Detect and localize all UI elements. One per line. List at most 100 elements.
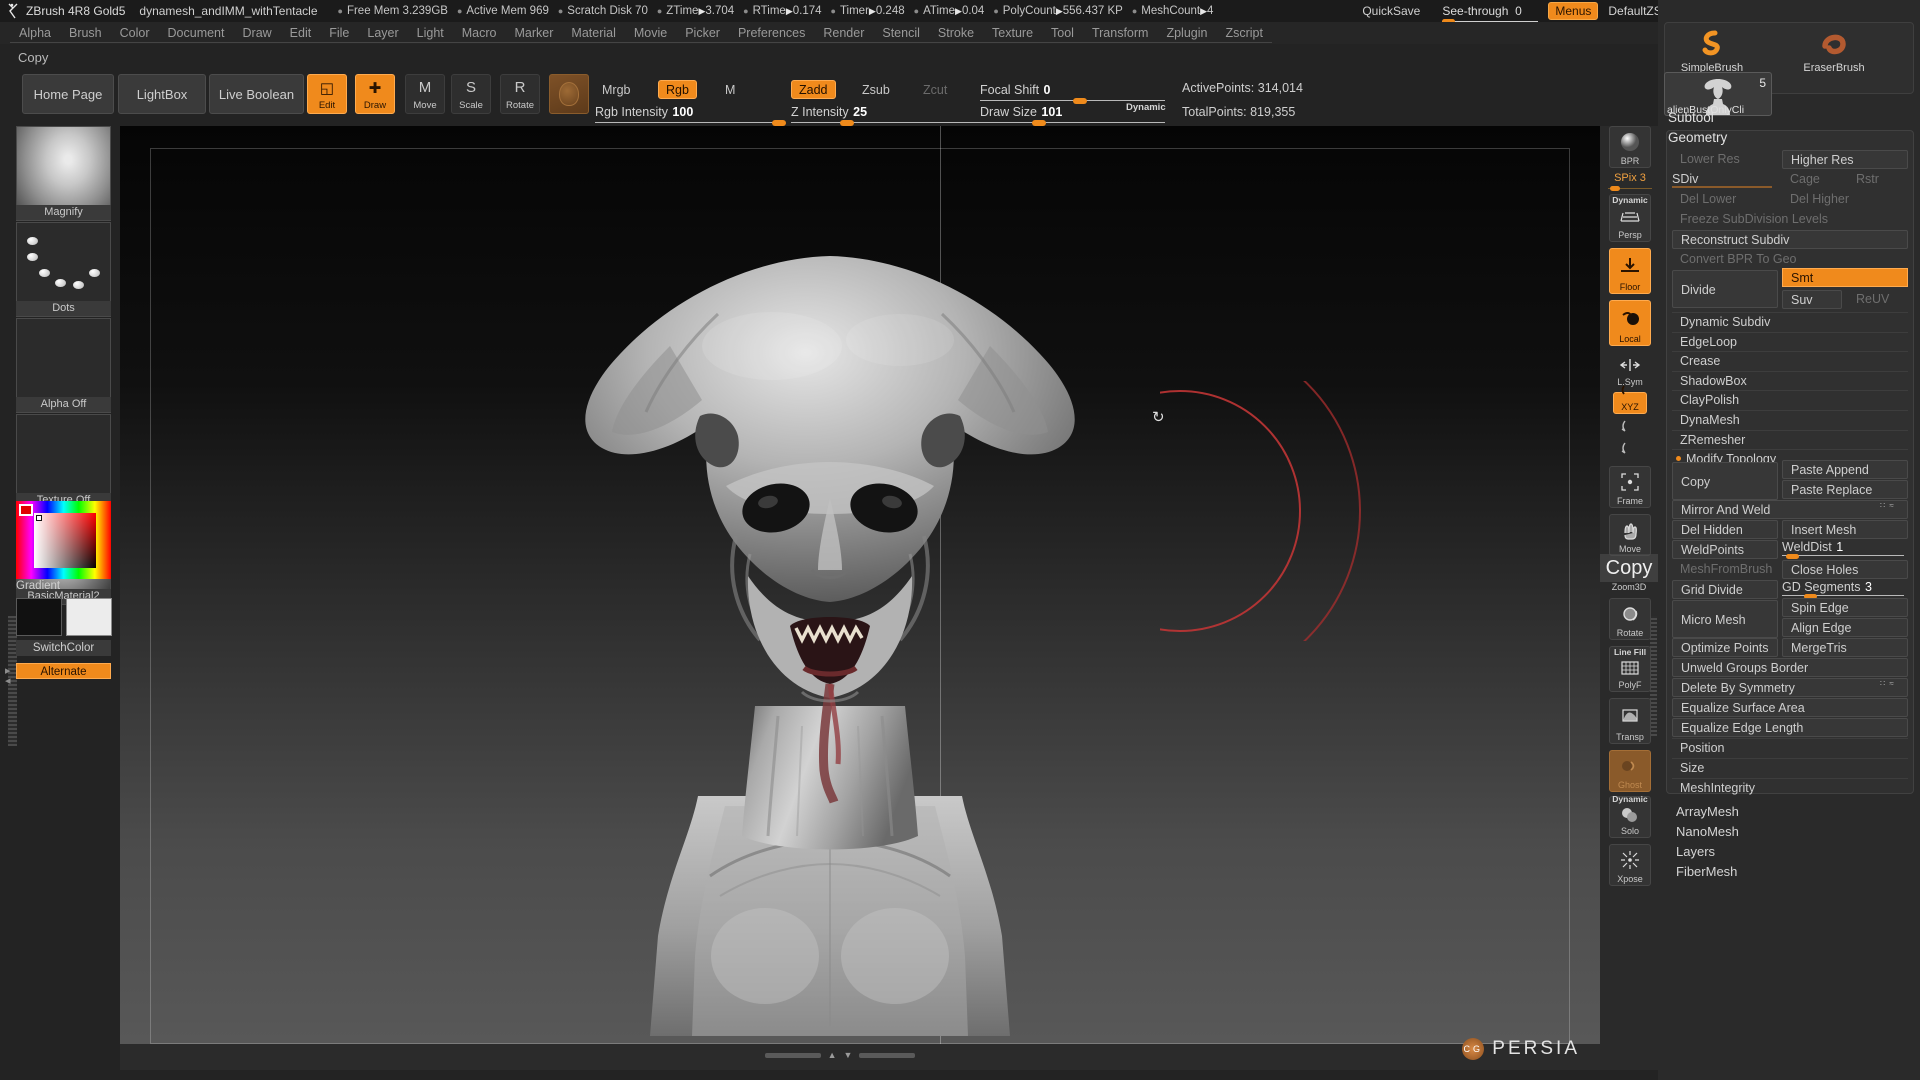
shelf-button-lightbox[interactable]: LightBox [118, 74, 206, 114]
shelf-slider-focal-shift[interactable]: Focal Shift 0 [980, 81, 1165, 104]
menu-zscript[interactable]: Zscript [1216, 24, 1272, 43]
rb-transp[interactable]: Transp [1609, 698, 1651, 744]
gradient-label[interactable]: Gradient [16, 578, 111, 594]
brush-eraserbrush[interactable]: EraserBrush [1799, 28, 1869, 74]
scroll-down-icon[interactable]: ▼ [844, 1050, 853, 1060]
section-shadowbox[interactable]: ShadowBox [1672, 370, 1908, 390]
reconstruct-subdiv-button[interactable]: Reconstruct Subdiv [1672, 230, 1908, 249]
rb-z-rot[interactable] [1613, 440, 1647, 460]
left-shelf-arrows[interactable]: ▸ ◂ [5, 666, 11, 687]
rb-xyz[interactable]: XYZ [1613, 385, 1647, 414]
section-claypolish[interactable]: ClayPolish [1672, 390, 1908, 409]
shelf-zmode-zadd[interactable]: Zadd [791, 80, 836, 99]
convert-bpr-button[interactable]: Convert BPR To Geo [1672, 250, 1908, 269]
geometry-section-header[interactable]: Geometry [1668, 130, 1727, 145]
del-hidden-button[interactable]: Del Hidden [1672, 520, 1778, 539]
rb-xpose[interactable]: Xpose [1609, 844, 1651, 886]
shelf-mode-scale[interactable]: S Scale [451, 74, 491, 114]
section-crease[interactable]: Crease [1672, 351, 1908, 370]
micro-mesh-button[interactable]: Micro Mesh [1672, 600, 1778, 638]
shelf-slider-z-intensity[interactable]: Z Intensity 25 [791, 103, 981, 126]
shelf-button-live-boolean[interactable]: Live Boolean [209, 74, 304, 114]
weld-dist-knob[interactable] [1786, 553, 1799, 559]
rb-frame[interactable]: Frame [1609, 466, 1651, 508]
shelf-slider-rgb-intensity[interactable]: Rgb Intensity 100 [595, 103, 786, 126]
gd-segments-slider[interactable]: GD Segments 3 [1782, 578, 1904, 599]
shelf-colormode-rgb[interactable]: Rgb [658, 80, 697, 99]
weld-dist-slider[interactable]: WeldDist 1 [1782, 538, 1904, 559]
higher-res-button[interactable]: Higher Res [1782, 150, 1908, 169]
insert-mesh-button[interactable]: Insert Mesh [1782, 520, 1908, 539]
slider-track[interactable] [980, 121, 1165, 123]
paste-replace-button[interactable]: Paste Replace [1782, 480, 1908, 499]
grid-divide-button[interactable]: Grid Divide [1672, 580, 1778, 599]
slider-knob[interactable] [772, 119, 786, 126]
section-dynamic-subdiv[interactable]: Dynamic Subdiv [1672, 312, 1908, 331]
mirror-weld-options-icon[interactable]: ∷ ≈ [1880, 501, 1895, 510]
primary-color-swatch[interactable] [16, 598, 62, 636]
menu-transform[interactable]: Transform [1082, 24, 1158, 43]
menu-marker[interactable]: Marker [505, 24, 563, 43]
menu-preferences[interactable]: Preferences [728, 24, 815, 43]
rb-local[interactable]: Local [1609, 300, 1651, 346]
weld-points-button[interactable]: WeldPoints [1672, 540, 1778, 559]
menu-picker[interactable]: Picker [676, 24, 729, 43]
shelf-button-home-page[interactable]: Home Page [22, 74, 114, 114]
del-lower-button[interactable]: Del Lower [1672, 190, 1778, 209]
menu-light[interactable]: Light [407, 24, 453, 43]
optimize-points-button[interactable]: Optimize Points [1672, 638, 1778, 657]
shelf-mode-rotate[interactable]: R Rotate [500, 74, 540, 114]
quicksave-button[interactable]: QuickSave [1362, 4, 1420, 18]
divide-button[interactable]: Divide [1672, 270, 1778, 308]
shelf-zmode-zsub[interactable]: Zsub [855, 80, 897, 99]
menu-zplugin[interactable]: Zplugin [1157, 24, 1217, 43]
reuv-button[interactable]: ReUV [1848, 290, 1908, 309]
size-section[interactable]: Size [1672, 758, 1908, 777]
merge-tris-button[interactable]: MergeTris [1782, 638, 1908, 657]
copy-button[interactable]: Copy [1672, 462, 1778, 500]
scroll-up-icon[interactable]: ▲ [828, 1050, 837, 1060]
bottom-section-fibermesh[interactable]: FiberMesh [1676, 864, 1737, 879]
rb-rotate[interactable]: Rotate [1609, 598, 1651, 640]
brush-simplebrush[interactable]: SimpleBrush [1677, 28, 1747, 74]
document-canvas[interactable]: ↻ 点击"Mirror and Weld"按钮 GNOMON WORKSHOP [120, 126, 1600, 1044]
menu-layer[interactable]: Layer [358, 24, 408, 43]
lower-res-button[interactable]: Lower Res [1672, 150, 1778, 169]
del-higher-button[interactable]: Del Higher [1782, 190, 1908, 209]
equalize-edge-length-button[interactable]: Equalize Edge Length [1672, 718, 1908, 737]
zoom3d-button[interactable]: Zoom3D [1600, 582, 1658, 592]
slider-track[interactable] [595, 121, 785, 123]
menu-stroke[interactable]: Stroke [928, 24, 984, 43]
spix-slider[interactable]: SPix 3 [1606, 172, 1654, 191]
position-section[interactable]: Position [1672, 738, 1908, 757]
see-through-slider[interactable]: See-through 0 [1442, 4, 1539, 24]
weld-dist-track[interactable] [1782, 554, 1904, 556]
menu-movie[interactable]: Movie [624, 24, 677, 43]
spix-knob[interactable] [1610, 186, 1620, 191]
subtool-section-header[interactable]: Subtool [1668, 110, 1714, 125]
shelf-zmode-zcut[interactable]: Zcut [916, 80, 954, 99]
unweld-groups-border-button[interactable]: Unweld Groups Border [1672, 658, 1908, 677]
menu-render[interactable]: Render [814, 24, 874, 43]
close-holes-button[interactable]: Close Holes [1782, 560, 1908, 579]
menu-file[interactable]: File [320, 24, 359, 43]
alien-bust-model[interactable] [550, 236, 1110, 1036]
mesh-integrity-section[interactable]: MeshIntegrity [1672, 778, 1908, 797]
suv-button[interactable]: Suv [1782, 290, 1842, 309]
menu-edit[interactable]: Edit [280, 24, 321, 43]
menu-texture[interactable]: Texture [983, 24, 1043, 43]
spin-edge-button[interactable]: Spin Edge [1782, 598, 1908, 617]
rb-move[interactable]: Move [1609, 514, 1651, 556]
delete-symmetry-options-icon[interactable]: ∷ ≈ [1880, 679, 1895, 688]
rb-solo[interactable]: Dynamic Solo [1609, 794, 1651, 838]
equalize-surface-area-button[interactable]: Equalize Surface Area [1672, 698, 1908, 717]
rstr-button[interactable]: Rstr [1848, 170, 1908, 189]
freeze-subdiv-button[interactable]: Freeze SubDivision Levels [1672, 210, 1908, 229]
rb-floor[interactable]: Floor [1609, 248, 1651, 294]
section-zremesher[interactable]: ZRemesher [1672, 429, 1908, 449]
switchcolor-button[interactable]: SwitchColor [16, 640, 111, 656]
rb-bpr[interactable]: BPR [1609, 126, 1651, 168]
menu-alpha[interactable]: Alpha [10, 24, 60, 43]
rb-persp[interactable]: Dynamic Persp [1609, 194, 1651, 242]
align-edge-button[interactable]: Align Edge [1782, 618, 1908, 637]
